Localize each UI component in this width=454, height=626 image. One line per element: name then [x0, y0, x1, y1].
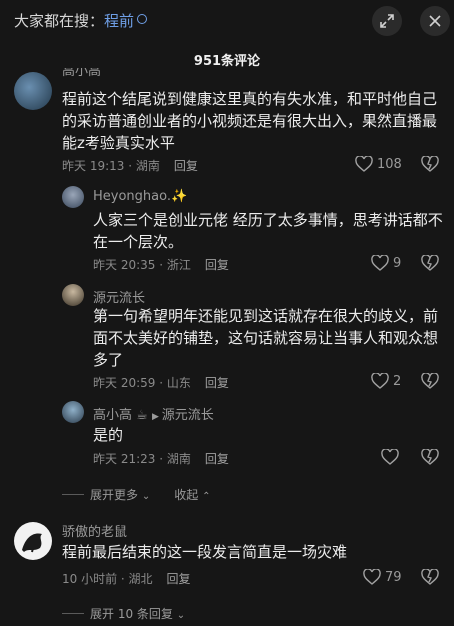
reply-arrow-icon: ▶ — [151, 412, 162, 422]
like-button[interactable] — [381, 449, 399, 465]
comment-time: 昨天 21:23 · 湖南 — [93, 452, 191, 466]
like-count: 79 — [385, 569, 402, 585]
collapse-button[interactable]: 收起 ⌃ — [174, 486, 210, 503]
chevron-up-icon: ⌃ — [202, 491, 211, 502]
comment-text: 程前最后结束的这一段发言简直是一场灾难 — [62, 543, 348, 561]
broken-heart-icon — [421, 372, 439, 389]
avatar[interactable] — [14, 72, 52, 110]
broken-heart-icon — [421, 448, 439, 465]
search-prefix: 大家都在搜： — [14, 12, 105, 30]
comment-time: 10 小时前 · 湖北 — [62, 572, 153, 586]
divider — [62, 494, 84, 495]
heart-icon — [355, 156, 373, 172]
comment-author[interactable]: 骄傲的老鼠 — [62, 521, 127, 540]
sparkle-icon: ✨ — [170, 189, 188, 204]
thread-controls: 展开更多 ⌄ 收起 ⌃ — [62, 486, 210, 503]
comment-text: 程前这个结尾说到健康这里真的有失水准，和平时他自己的采访普通创业者的小视频还是有… — [62, 90, 438, 152]
dislike-button[interactable] — [421, 372, 439, 393]
like-button[interactable]: 2 — [371, 373, 401, 389]
comment-meta: 昨天 20:59 · 山东 回复 — [93, 374, 229, 391]
like-count: 2 — [393, 373, 402, 389]
dislike-button[interactable] — [421, 568, 439, 589]
broken-heart-icon — [421, 254, 439, 271]
reply-button[interactable]: 回复 — [205, 452, 229, 466]
reply-to-author[interactable]: 源元流长 — [162, 408, 214, 423]
comment-text: 是的 — [93, 426, 124, 444]
close-icon — [429, 15, 441, 27]
reply-author[interactable]: 源元流长 — [93, 287, 145, 306]
chevron-down-icon: ⌄ — [176, 610, 186, 621]
heart-icon — [381, 449, 399, 465]
like-button[interactable]: 9 — [371, 255, 401, 271]
like-button[interactable]: 79 — [363, 569, 402, 585]
comment-meta: 10 小时前 · 湖北 回复 — [62, 570, 191, 587]
avatar[interactable] — [62, 186, 84, 208]
dislike-button[interactable] — [421, 254, 439, 275]
comment-count: 951条评论 — [193, 54, 261, 69]
comment-time: 昨天 20:59 · 山东 — [93, 376, 191, 390]
avatar-image — [22, 533, 42, 553]
chevron-down-icon: ⌄ — [141, 491, 151, 502]
search-icon — [137, 14, 148, 24]
expand-icon — [380, 14, 394, 28]
avatar[interactable] — [62, 401, 84, 423]
comment-meta: 昨天 21:23 · 湖南 回复 — [93, 450, 229, 467]
thread-controls: 展开 10 条回复 ⌄ — [62, 605, 185, 622]
comment-text: 人家三个是创业元佬 经历了太多事情，思考讲话都不在一个层次。 — [93, 211, 443, 251]
dislike-button[interactable] — [421, 155, 439, 176]
reply-button[interactable]: 回复 — [174, 159, 198, 173]
expand-replies-button[interactable]: 展开 10 条回复 ⌄ — [90, 605, 185, 622]
reply-button[interactable]: 回复 — [167, 572, 191, 586]
like-count: 9 — [393, 255, 402, 271]
heart-icon — [363, 569, 381, 585]
reply-author[interactable]: Heyonghao.✨ — [93, 189, 187, 204]
coffee-icon: ☕ — [132, 408, 152, 423]
comment-author[interactable]: 高小高 — [62, 68, 101, 78]
like-count: 108 — [377, 156, 402, 172]
heart-icon — [371, 255, 389, 271]
search-keyword[interactable]: 程前 — [104, 12, 134, 30]
heart-icon — [371, 373, 389, 389]
reply-author[interactable]: 高小高 ☕ ▶ 源元流长 — [93, 404, 214, 423]
search-suggestion[interactable]: 大家都在搜：程前 — [14, 10, 148, 31]
avatar[interactable] — [62, 284, 84, 306]
broken-heart-icon — [421, 568, 439, 585]
dislike-button[interactable] — [421, 448, 439, 469]
comment-time: 昨天 19:13 · 湖南 — [62, 159, 160, 173]
avatar[interactable] — [14, 522, 52, 560]
top-bar: 大家都在搜：程前 — [0, 0, 454, 44]
comment-meta: 昨天 20:35 · 浙江 回复 — [93, 256, 229, 273]
fullscreen-button[interactable] — [372, 6, 402, 36]
close-button[interactable] — [420, 6, 450, 36]
broken-heart-icon — [421, 155, 439, 172]
reply-button[interactable]: 回复 — [205, 258, 229, 272]
comment-time: 昨天 20:35 · 浙江 — [93, 258, 191, 272]
expand-more-button[interactable]: 展开更多 ⌄ — [90, 486, 150, 503]
divider — [62, 613, 84, 614]
reply-button[interactable]: 回复 — [205, 376, 229, 390]
comment-meta: 昨天 19:13 · 湖南 回复 — [62, 157, 198, 174]
comment-text: 第一句希望明年还能见到这话就存在很大的歧义，前面不太美好的铺垫，这句话就容易让当… — [93, 307, 439, 369]
like-button[interactable]: 108 — [355, 156, 402, 172]
